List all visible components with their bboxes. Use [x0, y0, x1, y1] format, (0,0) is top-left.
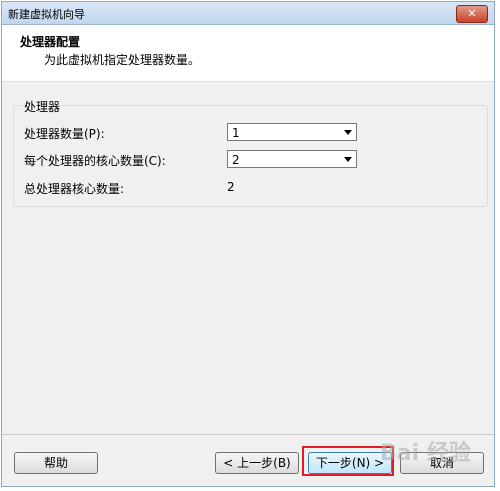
- close-button[interactable]: ✕: [456, 5, 488, 23]
- processor-group-title: 处理器: [22, 98, 63, 115]
- window-title: 新建虚拟机向导: [8, 8, 85, 21]
- page-subtitle: 为此虚拟机指定处理器数量。: [44, 53, 201, 67]
- title-bar: 新建虚拟机向导 ✕: [2, 2, 494, 25]
- cores-per-processor-label: 每个处理器的核心数量(C):: [24, 154, 166, 168]
- close-icon: ✕: [467, 7, 477, 20]
- total-cores-value: 2: [227, 180, 235, 194]
- cores-per-processor-select[interactable]: 2: [227, 150, 357, 168]
- processor-count-label: 处理器数量(P):: [24, 127, 105, 141]
- processor-count-value: 1: [232, 126, 240, 140]
- page-title: 处理器配置: [20, 35, 81, 49]
- footer-divider: [2, 434, 494, 435]
- cores-per-processor-value: 2: [232, 153, 240, 167]
- processor-group: 处理器 处理器数量(P): 1 每个处理器的核心数量(C): 2 总处理器核心数…: [13, 98, 488, 207]
- help-button[interactable]: 帮助: [14, 452, 98, 474]
- cancel-button[interactable]: 取消: [400, 452, 484, 474]
- back-button[interactable]: < 上一步(B): [215, 452, 299, 474]
- wizard-header: 处理器配置 为此虚拟机指定处理器数量。: [2, 25, 494, 82]
- processor-count-select[interactable]: 1: [227, 123, 357, 141]
- chevron-down-icon: [344, 157, 352, 162]
- chevron-down-icon: [344, 130, 352, 135]
- wizard-window: 新建虚拟机向导 ✕ 处理器配置 为此虚拟机指定处理器数量。 处理器 处理器数量(…: [1, 1, 495, 487]
- total-cores-label: 总处理器核心数量:: [24, 182, 125, 196]
- next-button-highlight: [302, 446, 394, 476]
